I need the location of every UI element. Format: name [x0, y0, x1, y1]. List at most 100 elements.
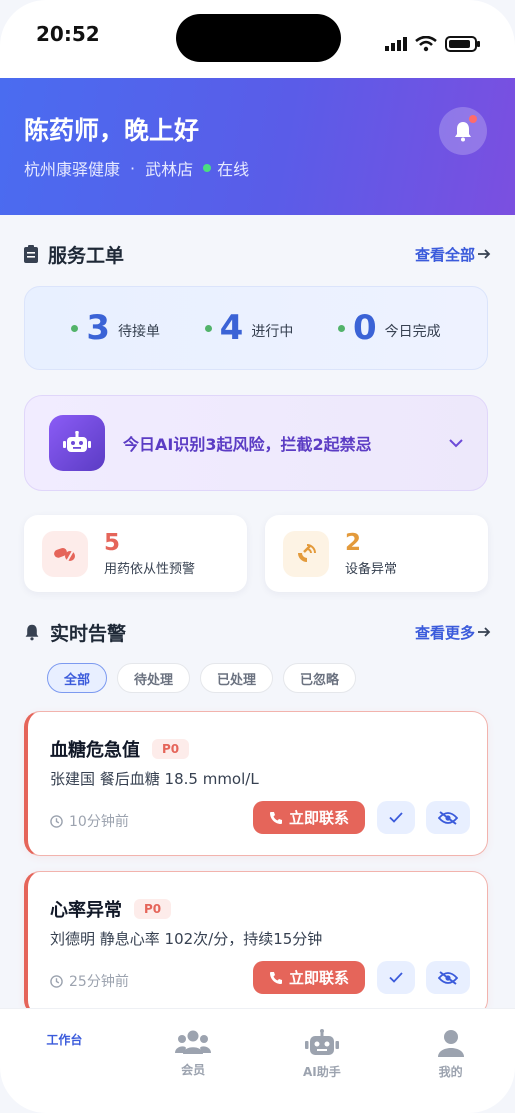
adherence-text: 5 用药依从性预警 — [104, 530, 195, 577]
stat-done-today[interactable]: 0 今日完成 — [337, 308, 441, 348]
arrow-right-icon — [478, 249, 491, 259]
filter-chip-pending[interactable]: 待处理 — [117, 663, 191, 693]
phone-screen: 20:52 陈药师，晚上好 杭州康驿健康 · 武林店 在线 服务工单 查看全部 — [0, 0, 515, 1113]
filter-chip-all[interactable]: 全部 — [47, 663, 108, 693]
check-icon — [389, 972, 403, 983]
view-all-link[interactable]: 查看全部 — [415, 244, 491, 265]
status-bar: 20:52 — [0, 0, 515, 78]
stat-label: 进行中 — [251, 324, 294, 340]
alerts-section-header: 实时告警 查看更多 — [24, 617, 491, 647]
service-title: 服务工单 — [48, 244, 125, 267]
alert-card[interactable]: 心率异常 P0 刘德明 静息心率 102次/分，持续15分钟 25分钟前 立即联… — [24, 871, 488, 1016]
chevron-down-icon[interactable] — [449, 438, 463, 448]
adherence-warning-card[interactable]: 5 用药依从性预警 — [24, 515, 247, 592]
phone-icon — [269, 811, 282, 824]
stat-value: 4 — [219, 308, 244, 348]
online-status: 在线 — [217, 160, 250, 179]
tab-ai-assistant[interactable]: AI助手 — [258, 1009, 387, 1113]
stat-in-progress[interactable]: 4 进行中 — [204, 308, 294, 348]
notification-badge — [469, 115, 477, 123]
robot-icon — [49, 415, 105, 471]
eye-off-icon — [438, 810, 458, 825]
alert-filter-chips: 全部 待处理 已处理 已忽略 — [47, 663, 357, 693]
alert-time: 10分钟前 — [50, 811, 129, 831]
tab-workbench[interactable]: 工作台 — [0, 1009, 129, 1113]
service-title-group: 服务工单 — [24, 241, 124, 268]
ignore-button[interactable] — [426, 961, 470, 994]
tab-profile-label: 我的 — [438, 1065, 463, 1079]
bottom-tab-bar: 工作台 会员 AI助手 我的 — [0, 1008, 515, 1113]
contact-now-button[interactable]: 立即联系 — [253, 961, 365, 994]
status-dot — [204, 324, 212, 332]
alert-time-text: 25分钟前 — [69, 974, 129, 990]
clipboard-icon — [24, 245, 38, 263]
alert-title: 血糖危急值 — [50, 740, 140, 761]
status-icons — [385, 36, 481, 52]
ignore-button[interactable] — [426, 801, 470, 834]
store-name: 武林店 — [145, 160, 194, 179]
alert-title-row: 心率异常 P0 — [50, 896, 172, 922]
device-text: 2 设备异常 — [345, 530, 397, 577]
filter-chip-ignored[interactable]: 已忽略 — [283, 663, 357, 693]
alert-time: 25分钟前 — [50, 971, 129, 991]
stat-label: 今日完成 — [384, 324, 441, 340]
clock-icon — [50, 974, 63, 988]
tab-ai-label: AI助手 — [302, 1065, 341, 1079]
ai-risk-banner[interactable]: 今日AI识别3起风险，拦截2起禁忌 — [24, 395, 488, 491]
clock-icon — [50, 814, 63, 828]
status-dot — [337, 324, 345, 332]
bell-icon — [25, 624, 39, 641]
alerts-title: 实时告警 — [50, 622, 127, 645]
greeting-title: 陈药师，晚上好 — [24, 116, 200, 145]
device-label: 设备异常 — [345, 562, 398, 577]
device-count: 2 — [345, 530, 362, 556]
status-dot — [71, 324, 79, 332]
priority-badge: P0 — [134, 899, 172, 919]
profile-icon — [437, 1030, 464, 1057]
pill-icon — [42, 530, 88, 577]
stat-label: 待接单 — [118, 324, 160, 340]
tab-profile[interactable]: 我的 — [386, 1009, 515, 1113]
tab-members-label: 会员 — [181, 1063, 206, 1077]
stat-value: 3 — [86, 308, 110, 348]
notification-button[interactable] — [439, 107, 487, 155]
alert-title-row: 血糖危急值 P0 — [50, 736, 190, 762]
arrow-right-icon — [478, 627, 491, 637]
signal-icon — [385, 37, 407, 51]
wifi-icon — [415, 36, 437, 52]
separator: · — [130, 158, 136, 178]
online-dot — [203, 164, 212, 172]
alert-description: 张建国 餐后血糖 18.5 mmol/L — [50, 770, 259, 788]
stat-pending[interactable]: 3 待接单 — [71, 308, 160, 348]
alerts-title-group: 实时告警 — [24, 619, 126, 646]
tab-members[interactable]: 会员 — [129, 1009, 258, 1113]
mark-handled-button[interactable] — [377, 961, 415, 994]
alert-description: 刘德明 静息心率 102次/分，持续15分钟 — [50, 930, 323, 948]
phone-icon — [269, 971, 282, 984]
adherence-label: 用药依从性预警 — [104, 562, 196, 577]
alert-title: 心率异常 — [50, 900, 122, 921]
stat-value: 0 — [352, 308, 377, 348]
contact-now-label: 立即联系 — [288, 969, 349, 987]
priority-badge: P0 — [152, 739, 190, 759]
store-info: 杭州康驿健康 · 武林店 在线 — [24, 156, 249, 180]
service-stats-card: 3 待接单 4 进行中 0 今日完成 — [24, 286, 488, 370]
contact-now-button[interactable]: 立即联系 — [253, 801, 365, 834]
view-more-label: 查看更多 — [414, 623, 475, 642]
mark-handled-button[interactable] — [377, 801, 415, 834]
check-icon — [389, 812, 403, 823]
bell-icon — [455, 122, 471, 142]
satellite-icon — [283, 530, 329, 577]
alert-time-text: 10分钟前 — [69, 814, 129, 830]
members-icon — [175, 1030, 212, 1054]
device-abnormal-card[interactable]: 2 设备异常 — [265, 515, 488, 592]
alert-card[interactable]: 血糖危急值 P0 张建国 餐后血糖 18.5 mmol/L 10分钟前 立即联系 — [24, 711, 488, 856]
robot-icon — [304, 1029, 339, 1055]
header-banner: 陈药师，晚上好 杭州康驿健康 · 武林店 在线 — [0, 78, 515, 215]
tab-workbench-label: 工作台 — [46, 1033, 83, 1047]
filter-chip-handled[interactable]: 已处理 — [200, 663, 274, 693]
contact-now-label: 立即联系 — [288, 809, 349, 827]
view-more-link[interactable]: 查看更多 — [415, 622, 491, 643]
status-time: 20:52 — [36, 22, 100, 46]
adherence-count: 5 — [104, 530, 121, 556]
